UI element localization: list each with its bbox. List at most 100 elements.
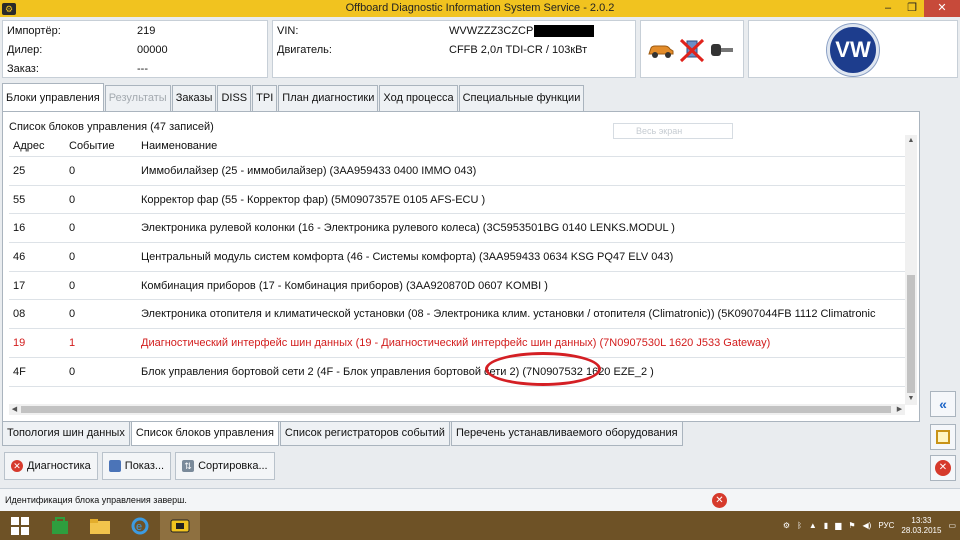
- tab-orders[interactable]: Заказы: [171, 85, 217, 111]
- tab-diagnostic-plan[interactable]: План диагностики: [278, 85, 379, 111]
- network-icon[interactable]: ▆: [835, 521, 841, 530]
- scroll-up-icon[interactable]: ▲: [905, 135, 917, 147]
- system-tray: ⚙ ᛒ ▲ ▮ ▆ ⚑ ◀) РУС 13:33 28.03.2015 ▭: [783, 511, 956, 540]
- cancel-button[interactable]: ✕: [930, 455, 956, 481]
- svg-text:e: e: [136, 521, 142, 533]
- horizontal-scrollbar[interactable]: ◀ ▶: [9, 404, 905, 415]
- taskbar-store[interactable]: [40, 511, 80, 540]
- sort-icon: ⇅: [182, 460, 195, 472]
- taskbar-explorer[interactable]: [80, 511, 120, 540]
- battery-icon[interactable]: ▮: [824, 521, 828, 530]
- table-row[interactable]: 25 0 Иммобилайзер (25 - иммобилайзер) (3…: [9, 157, 905, 186]
- row-address: 46: [13, 250, 26, 263]
- window-controls: – ❐ ✕: [876, 0, 960, 17]
- vertical-scroll-thumb[interactable]: [907, 275, 915, 393]
- row-address: 16: [13, 222, 26, 235]
- diagnostics-button[interactable]: ✕ Диагностика: [4, 452, 98, 480]
- row-name: Корректор фар (55 - Корректор фар) (5M09…: [141, 193, 486, 206]
- row-address: 25: [13, 164, 26, 177]
- back-button[interactable]: «: [930, 391, 956, 417]
- row-name: Электроника рулевой колонки (16 - Электр…: [141, 222, 675, 235]
- row-event: 0: [69, 222, 76, 235]
- row-address: 19: [13, 336, 26, 349]
- show-button[interactable]: Показ...: [101, 452, 172, 480]
- row-name: Электроника отопителя и климатической ус…: [141, 308, 876, 321]
- status-bar: Идентификация блока управления заверш. ✕: [0, 488, 960, 511]
- tab-tpi[interactable]: TPI: [252, 85, 278, 111]
- tab-event-recorders[interactable]: Список регистраторов событий: [279, 422, 450, 446]
- folder-icon: [90, 518, 110, 534]
- row-event: 0: [69, 308, 76, 321]
- row-address: 4F: [13, 365, 26, 378]
- close-window-button[interactable]: ✕: [924, 0, 960, 17]
- vertical-scrollbar[interactable]: ▲ ▼: [905, 135, 917, 405]
- row-name: Центральный модуль систем комфорта (46 -…: [141, 250, 674, 263]
- dealer-value: 00000: [137, 44, 168, 56]
- row-name: Диагностический интерфейс шин данных (19…: [141, 336, 771, 349]
- importer-row: Импортёр: 219: [7, 25, 155, 41]
- notifications-icon[interactable]: ▭: [948, 521, 956, 530]
- layout-button[interactable]: [930, 424, 956, 450]
- taskbar-odis[interactable]: [160, 511, 200, 540]
- internet-explorer-icon: e: [131, 517, 149, 534]
- list-title: Список блоков управления (47 записей): [9, 121, 214, 133]
- language-indicator[interactable]: РУС: [878, 521, 894, 530]
- taskbar-ie[interactable]: e: [120, 511, 160, 540]
- disconnected-icon: [679, 38, 705, 63]
- row-event: 0: [69, 365, 76, 378]
- scroll-right-icon[interactable]: ▶: [894, 404, 905, 415]
- tab-process[interactable]: Ход процесса: [379, 85, 458, 111]
- minimize-button[interactable]: –: [876, 0, 900, 17]
- tab-equipment-list[interactable]: Перечень устанавливаемого оборудования: [450, 422, 683, 446]
- table-row[interactable]: 4F 0 Блок управления бортовой сети 2 (4F…: [9, 358, 905, 387]
- vin-redaction: [534, 25, 595, 37]
- tab-bus-topology[interactable]: Топология шин данных: [2, 422, 130, 446]
- tray-app-icon[interactable]: ⚙: [783, 521, 790, 530]
- table-row[interactable]: 55 0 Корректор фар (55 - Корректор фар) …: [9, 186, 905, 215]
- brand-box: VW: [748, 20, 958, 78]
- volume-icon[interactable]: ◀): [863, 521, 872, 530]
- column-event[interactable]: Событие: [69, 140, 141, 152]
- control-units-panel: Список блоков управления (47 записей) Ве…: [2, 111, 920, 422]
- restore-button[interactable]: ❐: [900, 0, 924, 17]
- row-event: 0: [69, 250, 76, 263]
- tab-control-unit-list[interactable]: Список блоков управления: [130, 422, 279, 446]
- row-address: 08: [13, 308, 26, 321]
- title-bar: ⚙ Offboard Diagnostic Information System…: [0, 0, 960, 17]
- start-button[interactable]: [0, 511, 40, 540]
- table-row[interactable]: 16 0 Электроника рулевой колонки (16 - Э…: [9, 214, 905, 244]
- engine-row: Двигатель: CFFB 2,0л TDI-CR / 103кВт: [277, 44, 587, 60]
- table-row[interactable]: 46 0 Центральный модуль систем комфорта …: [9, 243, 905, 272]
- window-title: Offboard Diagnostic Information System S…: [345, 2, 615, 14]
- dealer-label: Дилер:: [7, 44, 43, 56]
- red-annotation-circle: [485, 352, 601, 386]
- key-icon: [711, 44, 733, 56]
- vehicle-info-box: VIN: WVWZZZ3CZCP Двигатель: CFFB 2,0л TD…: [272, 20, 636, 78]
- tab-diss[interactable]: DISS: [217, 85, 252, 111]
- status-error-icon[interactable]: ✕: [712, 493, 727, 508]
- horizontal-scroll-thumb[interactable]: [21, 406, 891, 413]
- sort-button[interactable]: ⇅ Сортировка...: [175, 452, 275, 480]
- clock-time: 13:33: [911, 515, 932, 525]
- table-row[interactable]: 08 0 Электроника отопителя и климатическ…: [9, 300, 905, 330]
- scroll-left-icon[interactable]: ◀: [9, 404, 20, 415]
- column-address[interactable]: Адрес: [9, 140, 69, 152]
- table-row-error[interactable]: 19 1 Диагностический интерфейс шин данны…: [9, 329, 905, 358]
- table-row[interactable]: 17 0 Комбинация приборов (17 - Комбинаци…: [9, 272, 905, 301]
- clock[interactable]: 13:33 28.03.2015: [901, 516, 941, 536]
- importer-label: Импортёр:: [7, 25, 61, 37]
- diagnostics-label: Диагностика: [27, 460, 91, 472]
- action-bar: ✕ Диагностика Показ... ⇅ Сортировка...: [4, 452, 275, 480]
- tab-control-units[interactable]: Блоки управления: [2, 83, 104, 111]
- flag-icon[interactable]: ⚑: [848, 521, 855, 530]
- scroll-down-icon[interactable]: ▼: [905, 393, 917, 405]
- row-address: 17: [13, 279, 26, 292]
- engine-value: CFFB 2,0л TDI-CR / 103кВт: [449, 44, 588, 56]
- up-arrow-icon[interactable]: ▲: [809, 521, 817, 530]
- tab-special-functions[interactable]: Специальные функции: [458, 85, 585, 111]
- column-name[interactable]: Наименование: [141, 140, 905, 152]
- frame-icon: [936, 430, 950, 444]
- importer-value: 219: [137, 25, 156, 37]
- bluetooth-icon[interactable]: ᛒ: [797, 521, 802, 530]
- row-name: Комбинация приборов (17 - Комбинация при…: [141, 279, 548, 292]
